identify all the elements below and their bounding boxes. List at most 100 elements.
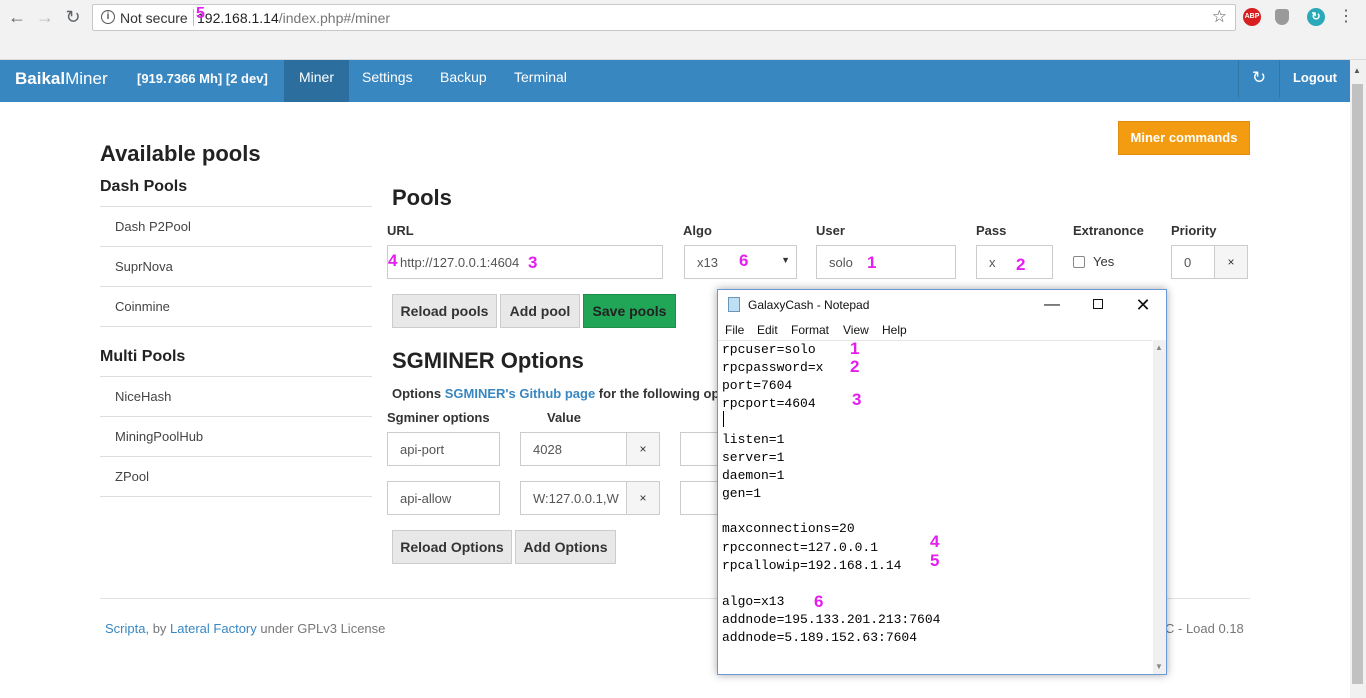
annotation-3-rpcport: 3 <box>852 390 862 409</box>
menu-edit[interactable]: Edit <box>757 323 778 337</box>
dash-pools-title: Dash Pools <box>100 178 188 195</box>
scroll-thumb[interactable] <box>1352 84 1363 684</box>
text-line: addnode=5.189.152.63:7604 <box>722 630 918 645</box>
scroll-up-icon[interactable]: ▲ <box>1353 66 1361 75</box>
pools-title: Pools <box>392 185 452 210</box>
remove-pool-button[interactable]: × <box>1214 245 1248 279</box>
separator <box>193 9 194 26</box>
add-options-button[interactable]: Add Options <box>515 530 616 564</box>
notepad-scrollbar[interactable]: ▲ ▼ <box>1153 340 1166 674</box>
reload-options-button[interactable]: Reload Options <box>392 530 512 564</box>
nav-terminal[interactable]: Terminal <box>499 60 582 102</box>
scripta-link[interactable]: Scripta <box>105 621 145 636</box>
info-icon[interactable]: i <box>101 10 115 24</box>
bookmark-star-icon[interactable]: ☆ <box>1212 7 1227 27</box>
brand-logo[interactable]: BaikalMiner <box>15 69 108 89</box>
bookmarks-bar <box>0 36 1100 50</box>
sgminer-option-input[interactable]: api-port <box>387 432 500 466</box>
value-text: W:127.0.0.1,W <box>533 491 619 506</box>
notepad-window[interactable]: GalaxyCash - Notepad — ✕ File Edit Forma… <box>717 289 1167 675</box>
pool-item-dash-p2pool[interactable]: Dash P2Pool <box>100 206 372 246</box>
text-line: daemon=1 <box>722 468 785 483</box>
url-host: 192.168.1.14 <box>197 10 279 26</box>
annotation-4-url: 4 <box>388 251 398 270</box>
caret-down-icon: ▼ <box>781 255 790 265</box>
pool-url-input[interactable]: http://127.0.0.1:4604 <box>387 245 663 279</box>
reload-icon[interactable]: ↻ <box>62 6 84 28</box>
annotation-5-rpcallowip: 5 <box>930 551 940 570</box>
pool-item-coinmine[interactable]: Coinmine <box>100 286 372 326</box>
text-line: rpcallowip=192.168.1.14 <box>722 558 902 573</box>
notepad-titlebar[interactable]: GalaxyCash - Notepad — ✕ <box>718 290 1166 320</box>
sgminer-option-input[interactable]: api-allow <box>387 481 500 515</box>
lateral-factory-link[interactable]: Lateral Factory <box>170 621 257 636</box>
sgminer-value-input[interactable]: W:127.0.0.1,W <box>520 481 627 515</box>
divider <box>100 496 372 497</box>
menu-kebab-icon[interactable]: ⋮ <box>1338 6 1354 26</box>
menu-view[interactable]: View <box>843 323 869 337</box>
priority-input[interactable]: 0 <box>1171 245 1215 279</box>
annotation-3-url: 3 <box>528 253 538 272</box>
text-line: rpcport=4604 <box>722 396 816 411</box>
scroll-up-icon[interactable]: ▲ <box>1155 343 1163 352</box>
text-caret <box>723 411 724 427</box>
extranonce-checkbox[interactable] <box>1073 256 1085 268</box>
maximize-icon[interactable] <box>1078 294 1118 316</box>
add-pool-button[interactable]: Add pool <box>500 294 580 328</box>
sgminer-options-title: SGMINER Options <box>392 348 584 373</box>
remove-option-button[interactable]: × <box>626 432 660 466</box>
annotation-2-pass: 2 <box>1016 255 1026 274</box>
sgminer-value-input[interactable]: 4028 <box>520 432 627 466</box>
sgminer-value-header: Value <box>547 410 581 425</box>
text-line: maxconnections=20 <box>722 521 855 536</box>
notepad-text-area[interactable]: rpcuser=solo rpcpassword=x port=7604 rpc… <box>718 339 1152 674</box>
sgminer-extra-input[interactable] <box>680 432 720 466</box>
save-pools-button[interactable]: Save pools <box>583 294 676 328</box>
annotation-1-user: 1 <box>867 253 877 272</box>
extension-refresh-icon[interactable]: ↻ <box>1307 8 1325 26</box>
url-text: 192.168.1.14/index.php#/miner <box>197 10 390 26</box>
nav-settings[interactable]: Settings <box>347 60 428 102</box>
pool-item-miningpoolhub[interactable]: MiningPoolHub <box>100 416 372 456</box>
shield-icon[interactable] <box>1275 9 1289 25</box>
text-line: rpcuser=solo <box>722 342 816 357</box>
extranonce-header: Extranonce <box>1073 223 1144 238</box>
pool-item-nicehash[interactable]: NiceHash <box>100 376 372 416</box>
available-pools-title: Available pools <box>100 141 261 166</box>
close-icon[interactable]: ✕ <box>1123 294 1163 316</box>
forward-arrow-icon[interactable]: → <box>34 6 56 28</box>
sgminer-github-link[interactable]: SGMINER's Github page <box>445 386 595 401</box>
algo-header: Algo <box>683 223 712 238</box>
footer-credits: Scripta, by Lateral Factory under GPLv3 … <box>105 621 386 636</box>
nav-miner[interactable]: Miner <box>284 60 350 102</box>
divider <box>100 326 372 327</box>
notepad-title: GalaxyCash - Notepad <box>748 298 870 312</box>
minimize-icon[interactable]: — <box>1032 294 1072 316</box>
refresh-icon[interactable]: ↻ <box>1238 60 1280 98</box>
pool-item-suprnova[interactable]: SuprNova <box>100 246 372 286</box>
pass-input[interactable]: x <box>976 245 1053 279</box>
adblock-icon[interactable]: ABP <box>1243 8 1261 26</box>
priority-value: 0 <box>1184 255 1192 270</box>
extranonce-label: Yes <box>1093 254 1115 269</box>
nav-backup[interactable]: Backup <box>425 60 502 102</box>
sgminer-extra-input[interactable] <box>680 481 720 515</box>
page-scrollbar[interactable]: ▲ <box>1350 60 1366 698</box>
reload-pools-button[interactable]: Reload pools <box>392 294 497 328</box>
pass-header: Pass <box>976 223 1007 238</box>
miner-commands-button[interactable]: Miner commands <box>1118 121 1250 155</box>
text-line: gen=1 <box>722 486 762 501</box>
text-line: rpcconnect=127.0.0.1 <box>722 540 879 555</box>
remove-option-button[interactable]: × <box>626 481 660 515</box>
menu-help[interactable]: Help <box>882 323 907 337</box>
menu-file[interactable]: File <box>725 323 744 337</box>
notepad-icon <box>728 297 740 312</box>
logout-button[interactable]: Logout <box>1281 60 1349 98</box>
scroll-down-icon[interactable]: ▼ <box>1155 662 1163 671</box>
footer-load-status: C - Load 0.18 <box>1165 621 1244 636</box>
user-input[interactable]: solo <box>816 245 956 279</box>
address-bar[interactable]: i Not secure 192.168.1.14/index.php#/min… <box>92 4 1236 31</box>
pool-item-zpool[interactable]: ZPool <box>100 456 372 496</box>
menu-format[interactable]: Format <box>791 323 829 337</box>
back-arrow-icon[interactable]: ← <box>6 6 28 28</box>
